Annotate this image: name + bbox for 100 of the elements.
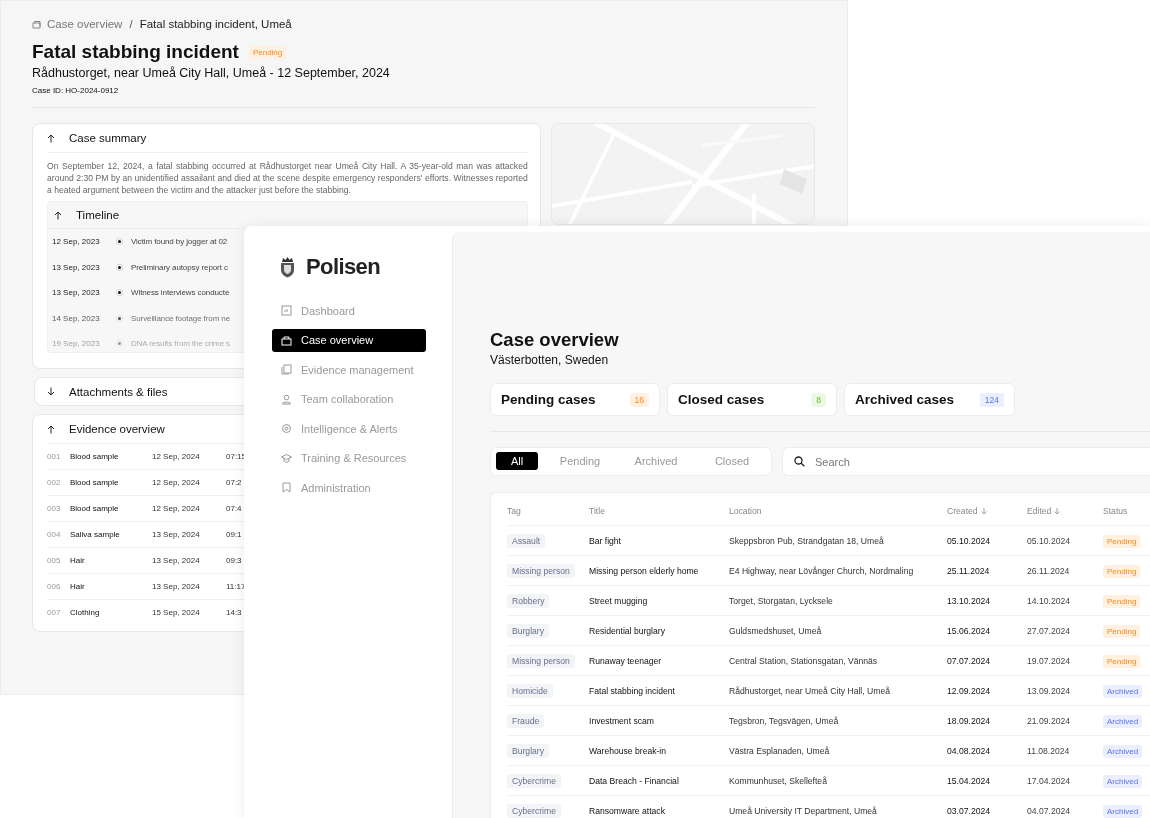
- section-title[interactable]: Case summary: [69, 132, 147, 144]
- column-header[interactable]: Location: [729, 506, 947, 516]
- section-title[interactable]: Evidence overview: [69, 423, 165, 435]
- table-cell-text: 15.04.2024: [947, 775, 991, 786]
- table-cell: 07:2: [226, 478, 242, 487]
- table-cell-text: Saliva sample: [70, 530, 121, 539]
- event-date: 13 Sep, 2023: [52, 262, 101, 272]
- breadcrumb-separator: /: [129, 18, 133, 30]
- column-header[interactable]: Tag: [507, 506, 589, 516]
- arrow-icon[interactable]: [54, 210, 62, 220]
- logo-text: Polisen: [306, 254, 381, 280]
- column-header[interactable]: Edited: [1027, 506, 1103, 516]
- table-cell-text: 12 Sep, 2024: [152, 478, 201, 487]
- chart-icon: [281, 305, 292, 317]
- filter-tab[interactable]: Pending: [546, 452, 614, 470]
- column-header[interactable]: Title: [589, 506, 729, 516]
- stat-card[interactable]: Archived cases 124: [844, 383, 1015, 416]
- table-cell-text: 004: [47, 530, 62, 539]
- search-icon: [794, 456, 805, 467]
- status-badge: Archived: [1103, 804, 1143, 818]
- summary-text: On September 12, 2024, a fatal stabbing occurred at Rådhustorget near Umeå City Hall. A 35-year-old man was attacked around 2:30 PM by an unidentified assailant and died at the scene despite emergency responders' efforts. Witnesses reported a heated argument between the victim and the attacker just before the stabbing.: [47, 160, 528, 196]
- arrow-icon[interactable]: [47, 424, 55, 434]
- table-cell-text: Street mugging: [589, 595, 649, 606]
- tag-chip: Assault: [507, 533, 546, 548]
- table-cell-text: Hair: [70, 556, 86, 565]
- person-icon: [281, 393, 292, 405]
- column-header[interactable]: Status: [1103, 506, 1150, 516]
- nav-item[interactable]: Team collaboration: [272, 387, 426, 411]
- nav-item[interactable]: Intelligence & Alerts: [272, 417, 426, 441]
- table-cell-text: Residential burglary: [589, 625, 666, 636]
- tag-chip: Burglary: [507, 743, 549, 758]
- count-badge: 8: [811, 392, 826, 407]
- tag-chip: Cybercrime: [507, 803, 561, 818]
- table-cell-text: Västra Esplanaden, Umeå: [729, 745, 831, 756]
- filter-tab[interactable]: Closed: [698, 452, 766, 470]
- table-cell-text: 12.09.2024: [947, 685, 991, 696]
- filter-tab[interactable]: Archived: [622, 452, 690, 470]
- search-field[interactable]: Search: [782, 447, 1150, 476]
- event-text: Victim found by jogger at 02: [131, 237, 228, 247]
- page-subtitle: Västerbotten, Sweden: [490, 353, 610, 367]
- cap-icon: [281, 452, 292, 464]
- table-cell-text: 26.11.2024: [1027, 565, 1071, 576]
- table-cell-text: 27.07.2024: [1027, 625, 1071, 636]
- table-cell-text: Fatal stabbing incident: [589, 685, 676, 696]
- folder-icon: [281, 334, 292, 346]
- status-badge: Pending: [1103, 564, 1141, 578]
- table-cell-text: Torget, Storgatan, Lycksele: [729, 595, 834, 606]
- arrow-icon[interactable]: [47, 133, 55, 143]
- status-badge: Archived: [1103, 714, 1143, 728]
- table-cell: 14:3: [226, 608, 242, 617]
- table-cell-text: Data Breach - Financial: [589, 775, 680, 786]
- table-cell-text: 001: [47, 452, 62, 461]
- timeline-dot: [116, 263, 123, 271]
- timeline-dot: [116, 238, 123, 246]
- table-cell-text: 05.10.2024: [1027, 535, 1071, 546]
- table-cell-text: Bar fight: [589, 535, 622, 546]
- arrow-icon[interactable]: [47, 387, 55, 396]
- tag-chip: Missing person: [507, 653, 575, 668]
- count-badge: 124: [979, 392, 1004, 407]
- section-title[interactable]: Attachments & files: [69, 385, 168, 398]
- event-text: Surveillance footage from ne: [131, 313, 231, 323]
- breadcrumb-link[interactable]: Case overview: [47, 18, 123, 30]
- table-cell-text: Skeppsbron Pub, Strandgatan 18, Umeå: [729, 535, 885, 546]
- table-cell-text: Hair: [70, 582, 86, 591]
- table-cell-text: 13.09.2024: [1027, 685, 1071, 696]
- timeline-dot: [116, 340, 123, 348]
- stat-label: Closed cases: [678, 392, 765, 407]
- table-cell: 09:1: [226, 530, 242, 539]
- table-cell-text: 07.07.2024: [947, 655, 991, 666]
- stat-card[interactable]: Closed cases 8: [667, 383, 837, 416]
- tag-chip: Missing person: [507, 563, 575, 578]
- stat-card[interactable]: Pending cases 16: [490, 383, 660, 416]
- book-icon: [281, 482, 292, 494]
- nav-item[interactable]: Dashboard: [272, 299, 426, 323]
- table-cell-text: 12 Sep, 2024: [152, 504, 201, 513]
- table-cell-text: E4 Highway, near Lövånger Church, Nordmaling: [729, 565, 915, 576]
- tag-chip: Fraude: [507, 713, 545, 728]
- filter-tab[interactable]: All: [496, 452, 538, 470]
- nav-item[interactable]: Evidence management: [272, 358, 426, 382]
- table-cell-text: 13 Sep, 2024: [152, 556, 201, 565]
- column-header[interactable]: Created: [947, 506, 1027, 516]
- table-cell-text: Investment scam: [589, 715, 655, 726]
- search-input[interactable]: Search: [815, 448, 1150, 475]
- folder-icon: [32, 19, 42, 29]
- table-cell-text: 12 Sep, 2024: [152, 452, 201, 461]
- table-cell-text: Missing person elderly home: [589, 565, 700, 576]
- status-badge: Pending: [1103, 594, 1141, 608]
- table-cell-text: Clothing: [70, 608, 101, 617]
- nav-item[interactable]: Case overview: [272, 328, 426, 352]
- table-cell-text: 18.09.2024: [947, 715, 991, 726]
- case-title: Fatal stabbing incident: [32, 40, 239, 64]
- nav-item[interactable]: Administration: [272, 476, 426, 500]
- table-cell-text: 13 Sep, 2024: [152, 530, 201, 539]
- nav-item[interactable]: Training & Resources: [272, 446, 426, 470]
- table-cell-text: Umeå University IT Department, Umeå: [729, 805, 878, 816]
- table-cell-text: 11.08.2024: [1027, 745, 1071, 756]
- status-badge: Archived: [1103, 774, 1143, 788]
- section-title[interactable]: Timeline: [76, 209, 120, 221]
- table-cell-text: 19.07.2024: [1027, 655, 1071, 666]
- breadcrumb-current: Fatal stabbing incident, Umeå: [139, 18, 292, 30]
